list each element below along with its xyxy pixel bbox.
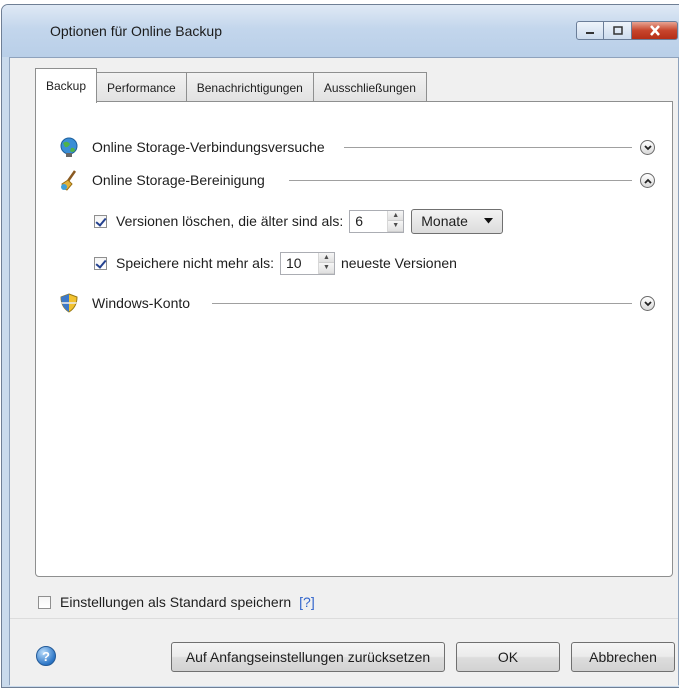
- maximize-icon: [612, 26, 623, 35]
- dialog-window: Optionen für Online Backup Backup Perfor…: [1, 4, 679, 688]
- age-value[interactable]: 6: [350, 211, 387, 232]
- stepper-up-button[interactable]: ▲: [388, 210, 404, 221]
- ok-button[interactable]: OK: [456, 642, 560, 672]
- help-icon[interactable]: ?: [36, 646, 56, 666]
- broom-icon: [61, 170, 77, 191]
- delete-older-versions-row: Versionen löschen, die älter sind als: 6…: [94, 208, 504, 234]
- shield-icon: [60, 293, 78, 313]
- version-count-stepper-arrows: ▲ ▼: [317, 252, 334, 274]
- close-icon: [649, 25, 660, 36]
- age-stepper-arrows: ▲ ▼: [387, 210, 404, 232]
- tab-panel-backup: Online Storage-Verbindungsversuche Onlin…: [35, 101, 673, 577]
- section-divider: [289, 180, 632, 181]
- close-button[interactable]: [632, 21, 678, 40]
- chevron-down-icon: [643, 300, 652, 306]
- chevron-down-icon: [643, 144, 652, 150]
- maximize-button[interactable]: [604, 21, 632, 40]
- section-storage-cleanup[interactable]: Online Storage-Bereinigung: [58, 168, 265, 192]
- stepper-up-button[interactable]: ▲: [318, 252, 334, 263]
- expand-connection-button[interactable]: [640, 140, 655, 155]
- section-connection-attempts[interactable]: Online Storage-Verbindungsversuche: [58, 135, 325, 159]
- expand-account-button[interactable]: [640, 296, 655, 311]
- globe-network-icon: [60, 137, 78, 157]
- stepper-down-button[interactable]: ▼: [388, 221, 404, 232]
- delete-older-checkbox[interactable]: [94, 214, 107, 228]
- keep-max-suffix: neueste Versionen: [340, 255, 457, 271]
- reset-defaults-button[interactable]: Auf Anfangseinstellungen zurücksetzen: [171, 642, 445, 672]
- keep-max-checkbox[interactable]: [94, 256, 107, 270]
- version-count-stepper[interactable]: 10 ▲ ▼: [279, 251, 335, 275]
- save-as-default-row: Einstellungen als Standard speichern [?]: [38, 590, 315, 614]
- section-title-connection: Online Storage-Verbindungsversuche: [92, 139, 325, 155]
- version-count-value[interactable]: 10: [281, 253, 318, 274]
- age-unit-value: Monate: [421, 213, 468, 229]
- keep-max-versions-row: Speichere nicht mehr als: 10 ▲ ▼ neueste…: [94, 250, 457, 276]
- age-unit-select[interactable]: Monate: [411, 208, 504, 234]
- save-as-default-label: Einstellungen als Standard speichern: [60, 594, 292, 610]
- tab-exclusions[interactable]: Ausschließungen: [312, 72, 427, 102]
- section-divider: [344, 147, 632, 148]
- dialog-body: Backup Performance Benachrichtigungen Au…: [9, 57, 679, 686]
- save-as-default-checkbox[interactable]: [38, 595, 51, 609]
- tab-performance[interactable]: Performance: [96, 72, 187, 102]
- help-link[interactable]: [?]: [299, 594, 315, 610]
- window-controls: [576, 21, 678, 43]
- tab-bar: Backup Performance Benachrichtigungen Au…: [35, 68, 427, 103]
- title-bar[interactable]: Optionen für Online Backup: [2, 5, 679, 57]
- minimize-icon: [586, 31, 594, 34]
- minimize-button[interactable]: [576, 21, 604, 40]
- age-stepper[interactable]: 6 ▲ ▼: [349, 209, 405, 233]
- collapse-cleanup-button[interactable]: [640, 173, 655, 188]
- tab-notifications[interactable]: Benachrichtigungen: [185, 72, 314, 102]
- tab-backup[interactable]: Backup: [35, 68, 98, 103]
- section-divider: [212, 303, 632, 304]
- dropdown-arrow-icon: [484, 218, 494, 224]
- keep-max-label: Speichere nicht mehr als:: [116, 255, 274, 271]
- delete-older-label: Versionen löschen, die älter sind als:: [116, 213, 344, 229]
- footer-divider: [10, 618, 678, 619]
- section-windows-account[interactable]: Windows-Konto: [58, 291, 190, 315]
- chevron-up-icon: [643, 178, 652, 184]
- section-title-account: Windows-Konto: [92, 295, 191, 311]
- window-title: Optionen für Online Backup: [50, 23, 222, 39]
- stepper-down-button[interactable]: ▼: [318, 263, 334, 274]
- section-title-cleanup: Online Storage-Bereinigung: [92, 172, 265, 188]
- cancel-button[interactable]: Abbrechen: [571, 642, 675, 672]
